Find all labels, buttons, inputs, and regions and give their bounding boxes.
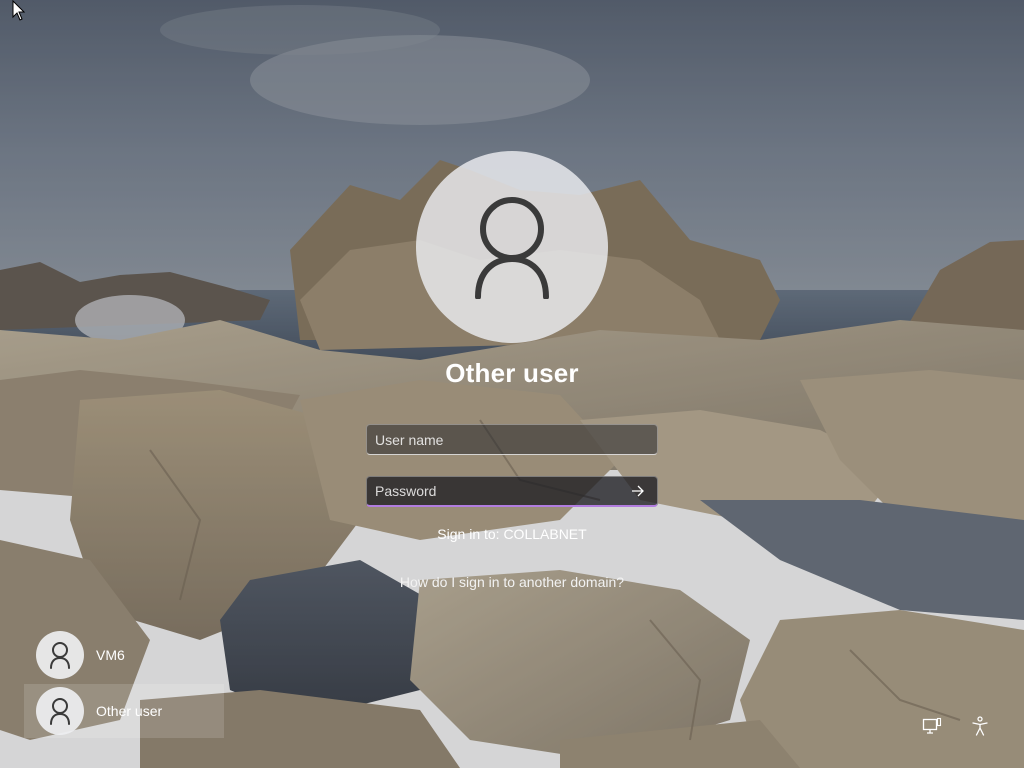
- arrow-right-icon: [632, 485, 644, 497]
- network-icon: [922, 717, 942, 734]
- selected-user-name: Other user: [445, 358, 579, 388]
- password-field-container: [366, 476, 658, 507]
- mouse-cursor-icon: [12, 0, 26, 27]
- username-input[interactable]: [367, 425, 657, 454]
- accessibility-icon: [972, 716, 988, 736]
- user-avatar-small: [36, 687, 84, 735]
- other-domain-help-link[interactable]: How do I sign in to another domain?: [312, 574, 712, 590]
- sign-in-domain-label: Sign in to: COLLABNET: [437, 526, 587, 542]
- user-entry-other-user[interactable]: Other user: [24, 684, 224, 738]
- submit-sign-in-button[interactable]: [621, 478, 655, 505]
- user-entry-label: VM6: [96, 647, 125, 663]
- user-entry-label: Other user: [96, 703, 163, 719]
- username-field-container: [366, 424, 658, 455]
- accessibility-button[interactable]: [966, 712, 994, 740]
- person-icon: [475, 197, 549, 299]
- user-switcher-list: VM6 Other user: [24, 628, 224, 740]
- user-entry-vm6[interactable]: VM6: [24, 628, 224, 682]
- person-icon: [50, 698, 70, 725]
- password-input[interactable]: [367, 477, 621, 505]
- network-button[interactable]: [918, 712, 946, 740]
- user-avatar-small: [36, 631, 84, 679]
- person-icon: [50, 642, 70, 669]
- user-avatar-large: [416, 151, 608, 343]
